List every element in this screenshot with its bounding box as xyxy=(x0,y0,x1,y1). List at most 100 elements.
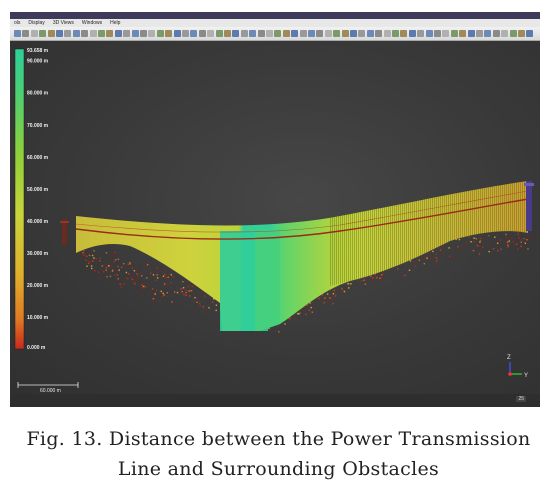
ground-point xyxy=(523,237,525,240)
ground-point xyxy=(341,287,343,290)
ground-point xyxy=(299,312,301,314)
toolbar-button[interactable] xyxy=(358,30,366,37)
toolbar-button[interactable] xyxy=(392,30,399,37)
toolbar-button[interactable] xyxy=(140,30,147,37)
toolbar-button[interactable] xyxy=(324,30,332,37)
point-cloud-scene[interactable]: 93.658 m 90.000 m 80.000 m 70.000 m 60.000 m… xyxy=(10,41,540,394)
ground-point xyxy=(372,277,374,279)
toolbar-button[interactable] xyxy=(316,30,324,37)
ground-point xyxy=(428,255,431,258)
toolbar-button[interactable] xyxy=(282,30,290,37)
toolbar-button[interactable] xyxy=(198,30,206,37)
ground-point xyxy=(479,241,481,243)
toolbar-button[interactable] xyxy=(232,30,240,37)
ground-point xyxy=(136,278,138,280)
ground-point xyxy=(167,276,169,278)
toolbar-button[interactable] xyxy=(459,30,467,37)
toolbar-button[interactable] xyxy=(190,30,198,37)
toolbar-button[interactable] xyxy=(156,30,164,37)
ground-point xyxy=(149,272,152,274)
toolbar-button[interactable] xyxy=(476,30,483,37)
toolbar-button[interactable] xyxy=(333,30,341,37)
menu-tools[interactable]: ols xyxy=(10,19,24,27)
ground-point xyxy=(326,293,329,295)
toolbar-button[interactable] xyxy=(467,30,475,37)
ground-point xyxy=(102,270,105,273)
toolbar-button[interactable] xyxy=(249,30,257,37)
toolbar-button[interactable] xyxy=(56,30,63,37)
toolbar-button[interactable] xyxy=(383,30,391,37)
toolbar-button[interactable] xyxy=(39,30,47,37)
figure-caption-line-1: Fig. 13. Distance between the Power Tran… xyxy=(26,428,531,450)
toolbar-button[interactable] xyxy=(131,30,139,37)
toolbar-button[interactable] xyxy=(207,30,215,37)
toolbar-button[interactable] xyxy=(106,30,114,37)
toolbar-button[interactable] xyxy=(492,30,500,37)
toolbar-button[interactable] xyxy=(266,30,273,37)
toolbar-button[interactable] xyxy=(165,30,173,37)
toolbar-button[interactable] xyxy=(98,30,105,37)
toolbar-button[interactable] xyxy=(215,30,223,37)
toolbar-button[interactable] xyxy=(22,30,30,37)
toolbar-button[interactable] xyxy=(30,30,38,37)
menu-help[interactable]: Help xyxy=(106,19,124,27)
toolbar-button[interactable] xyxy=(509,30,517,37)
ground-point xyxy=(496,234,498,237)
menu-windows[interactable]: Windows xyxy=(78,19,106,27)
toolbar-button[interactable] xyxy=(501,30,509,37)
toolbar-button[interactable] xyxy=(484,30,492,37)
ground-point xyxy=(131,278,134,281)
toolbar-button[interactable] xyxy=(257,30,265,37)
toolbar-button[interactable] xyxy=(425,30,433,37)
toolbar-button[interactable] xyxy=(434,30,441,37)
toolbar-button[interactable] xyxy=(400,30,408,37)
figure-caption-line-2: Line and Surrounding Obstacles xyxy=(117,458,440,480)
ground-point xyxy=(441,247,443,249)
toolbar-button[interactable] xyxy=(123,30,131,37)
ground-point xyxy=(154,293,156,295)
toolbar-button[interactable] xyxy=(89,30,97,37)
toolbar-button[interactable] xyxy=(291,30,299,37)
toolbar-button[interactable] xyxy=(442,30,450,37)
ground-point xyxy=(524,242,527,244)
ground-point xyxy=(120,286,123,288)
toolbar-button[interactable] xyxy=(240,30,248,37)
ground-point xyxy=(318,297,320,300)
ground-point xyxy=(465,241,468,244)
toolbar-button[interactable] xyxy=(299,30,307,37)
ground-point xyxy=(151,297,153,299)
3d-viewport[interactable]: 93.658 m 90.000 m 80.000 m 70.000 m 60.000 m… xyxy=(10,41,540,394)
toolbar-button[interactable] xyxy=(64,30,72,37)
ground-point xyxy=(156,277,159,279)
toolbar-button[interactable] xyxy=(308,30,315,37)
menu-3d-views[interactable]: 3D Views xyxy=(49,19,78,27)
toolbar-button[interactable] xyxy=(417,30,425,37)
toolbar-button[interactable] xyxy=(274,30,282,37)
ground-point xyxy=(381,274,383,276)
toolbar-button[interactable] xyxy=(224,30,231,37)
toolbar-button[interactable] xyxy=(182,30,189,37)
menu-display[interactable]: Display xyxy=(24,19,48,27)
toolbar-button[interactable] xyxy=(408,30,416,37)
toolbar-button[interactable] xyxy=(47,30,55,37)
toolbar-button[interactable] xyxy=(350,30,357,37)
toolbar-button[interactable] xyxy=(81,30,89,37)
ground-point xyxy=(507,246,509,248)
ground-point xyxy=(509,238,512,240)
toolbar-button[interactable] xyxy=(366,30,374,37)
toolbar-button[interactable] xyxy=(518,30,525,37)
ground-point xyxy=(109,258,111,261)
toolbar-button[interactable] xyxy=(450,30,458,37)
toolbar-button[interactable] xyxy=(114,30,122,37)
ground-point xyxy=(326,300,329,302)
toolbar-button[interactable] xyxy=(341,30,349,37)
toolbar-button[interactable] xyxy=(14,30,21,37)
toolbar-button[interactable] xyxy=(148,30,156,37)
toolbar-button[interactable] xyxy=(375,30,383,37)
toolbar-button[interactable] xyxy=(526,30,534,37)
toolbar-button[interactable] xyxy=(72,30,80,37)
ground-point xyxy=(402,263,404,266)
toolbar-button[interactable] xyxy=(173,30,181,37)
ground-point xyxy=(174,291,176,293)
ground-point xyxy=(480,248,482,251)
